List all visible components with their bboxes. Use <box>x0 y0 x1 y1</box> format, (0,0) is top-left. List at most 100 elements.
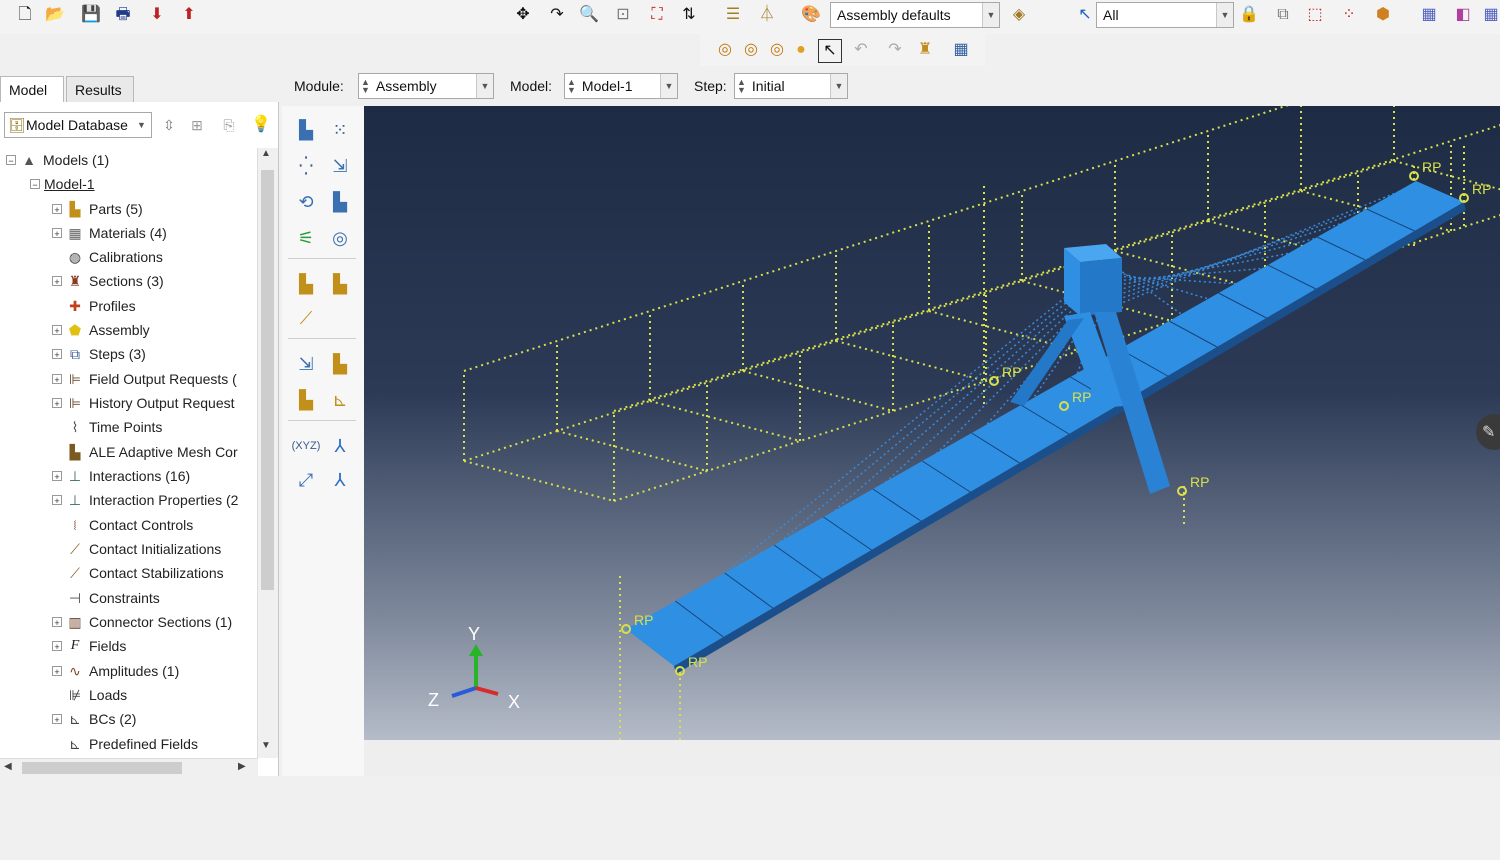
scroll-thumb[interactable] <box>261 170 274 590</box>
collapse-icon[interactable]: − <box>6 155 16 166</box>
undo-icon[interactable]: ↶ <box>850 39 872 61</box>
tree-item-contact-stabilizations[interactable]: ⟋ Contact Stabilizations <box>66 561 224 585</box>
measure-icon[interactable]: ⏃ <box>756 4 778 26</box>
tree-item-models[interactable]: − ▲ Models (1) <box>6 148 109 172</box>
expand-icon[interactable]: + <box>52 666 62 677</box>
print-icon[interactable]: 🖶 <box>112 4 134 26</box>
expand-icon[interactable]: + <box>52 398 62 409</box>
instance-display-icon[interactable]: ▙ <box>292 386 320 414</box>
rotate-icon[interactable]: ↷ <box>546 4 568 26</box>
render-style-icon[interactable]: 🎨 <box>800 4 822 26</box>
partition-icon[interactable]: ⟋ <box>292 304 320 332</box>
expand-icon[interactable]: + <box>52 641 62 652</box>
tree-item-field-output[interactable]: + ⊫ Field Output Requests ( <box>52 367 237 391</box>
tree-item-contact-controls[interactable]: ⧙ Contact Controls <box>66 513 194 537</box>
open-icon[interactable]: 📂 <box>44 4 66 26</box>
box-zoom-icon[interactable]: ⊡ <box>612 4 634 26</box>
redo-icon[interactable]: ↷ <box>884 39 906 61</box>
scroll-down-icon[interactable]: ▼ <box>261 740 271 751</box>
csys-triad-icon[interactable]: ⅄ <box>326 466 354 494</box>
viewport[interactable]: RP RP RP RP RP RP RP Y Z X ✎ <box>364 106 1500 740</box>
ref-point-icon[interactable]: ▙ <box>292 270 320 298</box>
render-style-dropdown[interactable]: Assembly defaults ▼ <box>830 2 1000 28</box>
scroll-left-icon[interactable]: ◀ <box>4 761 12 772</box>
auto-fit-icon[interactable]: ⛶ <box>646 4 668 26</box>
attachment-icon[interactable]: ⊾ <box>326 386 354 414</box>
radial-pattern-icon[interactable]: ⁛ <box>292 152 320 180</box>
table-icon[interactable]: ▦ <box>950 39 972 61</box>
select-arrow-icon[interactable]: ↖ <box>1074 4 1096 26</box>
copy-icon[interactable]: ⎘ <box>218 114 240 136</box>
expand-icon[interactable]: + <box>52 495 62 506</box>
zoom-icon[interactable]: 🔍 <box>578 4 600 26</box>
cycle-views-icon[interactable]: ⇅ <box>678 4 700 26</box>
linear-pattern-icon[interactable]: ⁙ <box>326 116 354 144</box>
tab-model[interactable]: Model <box>0 76 64 102</box>
iso-view-icon[interactable]: ▦ <box>1418 4 1440 26</box>
tree-item-amplitudes[interactable]: + ∿ Amplitudes (1) <box>52 659 179 683</box>
model-dropdown[interactable]: ▲ ▼ Model-1 ▼ <box>564 73 678 99</box>
select-mode-icon[interactable]: ↖ <box>818 39 842 63</box>
constraint-icon[interactable]: ⚟ <box>292 224 320 252</box>
tree-item-profiles[interactable]: ✚ Profiles <box>66 294 136 318</box>
tree-item-loads[interactable]: ⊯ Loads <box>66 683 127 707</box>
import-icon[interactable]: ⬇ <box>146 4 168 26</box>
tree-item-bcs[interactable]: + ⊾ BCs (2) <box>52 707 136 731</box>
tree-item-connector-sections[interactable]: + ▥ Connector Sections (1) <box>52 610 232 634</box>
tree-item-time-points[interactable]: ⌇ Time Points <box>66 415 163 439</box>
box-select-icon[interactable]: ⬚ <box>1304 4 1326 26</box>
expand-icon[interactable]: + <box>52 325 62 336</box>
query-icon[interactable]: ⧉ <box>1272 4 1294 26</box>
tree-vertical-scrollbar[interactable]: ▲ ▼ <box>257 148 278 758</box>
model-canvas[interactable]: RP RP RP RP RP RP RP Y Z X <box>364 106 1500 740</box>
module-dropdown[interactable]: ▲ ▼ Assembly ▼ <box>358 73 494 99</box>
expand-icon[interactable]: + <box>52 276 62 287</box>
save-icon[interactable]: 💾 <box>80 4 102 26</box>
new-icon[interactable]: 🗋 <box>14 4 36 26</box>
expand-icon[interactable]: + <box>52 617 62 628</box>
circle-icon[interactable]: ● <box>790 39 812 61</box>
rotate-instance-icon[interactable]: ⟲ <box>292 188 320 216</box>
expand-collapse-icon[interactable]: ⇳ <box>158 114 180 136</box>
expand-icon[interactable]: + <box>52 471 62 482</box>
tree-item-materials[interactable]: + ▦ Materials (4) <box>52 221 167 245</box>
export-icon[interactable]: ⬆ <box>178 4 200 26</box>
tree-item-ale[interactable]: ▙ ALE Adaptive Mesh Cor <box>66 440 238 464</box>
visibility-icon[interactable]: ◎ <box>766 39 788 61</box>
tree-item-constraints[interactable]: ⊣ Constraints <box>66 586 160 610</box>
scroll-up-icon[interactable]: ▲ <box>261 148 271 159</box>
boolean-icon[interactable]: ◎ <box>326 224 354 252</box>
tree-item-interaction-properties[interactable]: + ⊥ Interaction Properties (2 <box>52 488 238 512</box>
filter-icon[interactable]: ⊞ <box>186 114 208 136</box>
point-icon[interactable]: (XYZ) <box>292 432 321 460</box>
model-database-dropdown[interactable]: 🗄 Model Database ▼ <box>4 112 152 138</box>
lightbulb-icon[interactable]: 💡 <box>250 114 272 136</box>
merge-icon[interactable]: ▙ <box>326 188 354 216</box>
expand-icon[interactable]: + <box>52 228 62 239</box>
scroll-right-icon[interactable]: ▶ <box>238 761 246 772</box>
tree-item-fields[interactable]: + F Fields <box>52 634 126 658</box>
csys-icon[interactable]: ▙ <box>326 350 354 378</box>
view-cube-icon[interactable]: ◈ <box>1008 4 1030 26</box>
tree-item-contact-initializations[interactable]: ⟋ Contact Initializations <box>66 537 221 561</box>
replace-icon[interactable]: ♜ <box>914 39 936 61</box>
visibility-icon[interactable]: ◎ <box>740 39 762 61</box>
front-view-icon[interactable]: ◧ <box>1452 4 1474 26</box>
tree-item-predefined-fields[interactable]: ⊾ Predefined Fields <box>66 732 198 756</box>
tree-item-steps[interactable]: + ⧉ Steps (3) <box>52 342 146 366</box>
scroll-thumb[interactable] <box>22 762 182 774</box>
axis-icon[interactable]: ⤢ <box>292 466 320 494</box>
translate-icon[interactable]: ⇲ <box>326 152 354 180</box>
expand-icon[interactable]: + <box>52 349 62 360</box>
expand-icon[interactable]: + <box>52 714 62 725</box>
triad-icon[interactable]: ⅄ <box>326 432 354 460</box>
shaded-icon[interactable]: ⬢ <box>1372 4 1394 26</box>
tree-item-sections[interactable]: + ♜ Sections (3) <box>52 269 164 293</box>
lock-icon[interactable]: 🔒 <box>1238 4 1260 26</box>
visibility-icon[interactable]: ◎ <box>714 39 736 61</box>
datum-icon[interactable]: ▙ <box>326 270 354 298</box>
points-icon[interactable]: ⁘ <box>1338 4 1360 26</box>
expand-icon[interactable]: + <box>52 204 62 215</box>
spin-icon[interactable]: ▲ ▼ <box>735 78 746 95</box>
spin-icon[interactable]: ▲ ▼ <box>359 78 370 95</box>
